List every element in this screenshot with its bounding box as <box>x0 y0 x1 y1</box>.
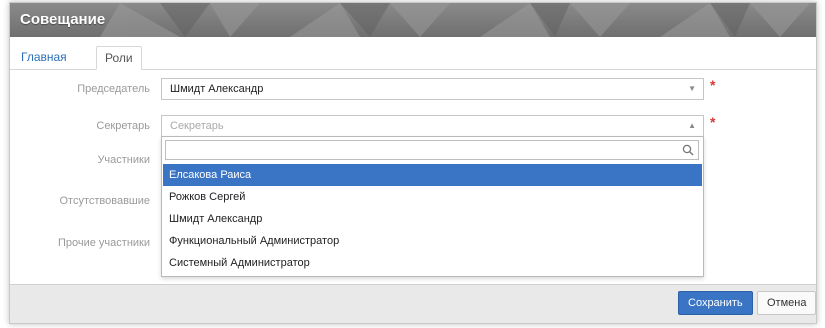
secretary-label: Секретарь <box>96 120 150 132</box>
participants-label: Участники <box>97 154 150 166</box>
dialog-title: Совещание <box>20 11 106 28</box>
required-marker: * <box>710 77 716 93</box>
save-button[interactable]: Сохранить <box>678 291 753 315</box>
dropdown-options: Елсакова Раиса Рожков Сергей Шмидт Алекс… <box>163 164 702 274</box>
dropdown-search-input[interactable] <box>165 140 699 160</box>
dialog-footer: Сохранить Отмена <box>10 284 816 323</box>
dropdown-option[interactable]: Шмидт Александр <box>163 208 702 230</box>
tab-bar: Главная Роли <box>10 37 816 70</box>
titlebar-pattern <box>100 3 810 37</box>
dropdown-option[interactable]: Системный Администратор <box>163 252 702 274</box>
tab-main[interactable]: Главная <box>13 46 75 70</box>
dropdown-option[interactable]: Рожков Сергей <box>163 186 702 208</box>
dialog-titlebar[interactable]: Совещание <box>10 3 816 37</box>
chairman-select[interactable]: Шмидт Александр ▼ <box>161 78 704 100</box>
cancel-button[interactable]: Отмена <box>757 291 816 315</box>
dropdown-option[interactable]: Елсакова Раиса <box>163 164 702 186</box>
chairman-label: Председатель <box>77 83 150 95</box>
search-icon <box>682 144 694 156</box>
dropdown-option[interactable]: Функциональный Администратор <box>163 230 702 252</box>
required-marker: * <box>710 114 716 130</box>
chevron-down-icon: ▼ <box>688 84 696 93</box>
secretary-select[interactable]: Секретарь ▲ <box>161 115 704 137</box>
secretary-dropdown: Елсакова Раиса Рожков Сергей Шмидт Алекс… <box>161 136 704 277</box>
chevron-up-icon: ▲ <box>688 121 696 130</box>
tab-roles[interactable]: Роли <box>96 46 142 70</box>
chairman-value: Шмидт Александр <box>170 83 264 95</box>
secretary-placeholder: Секретарь <box>170 120 224 132</box>
meeting-dialog: Совещание Главная Роли Председатель Шмид… <box>9 2 817 324</box>
absent-label: Отсутствовавшие <box>59 195 150 207</box>
others-label: Прочие участники <box>57 237 150 249</box>
